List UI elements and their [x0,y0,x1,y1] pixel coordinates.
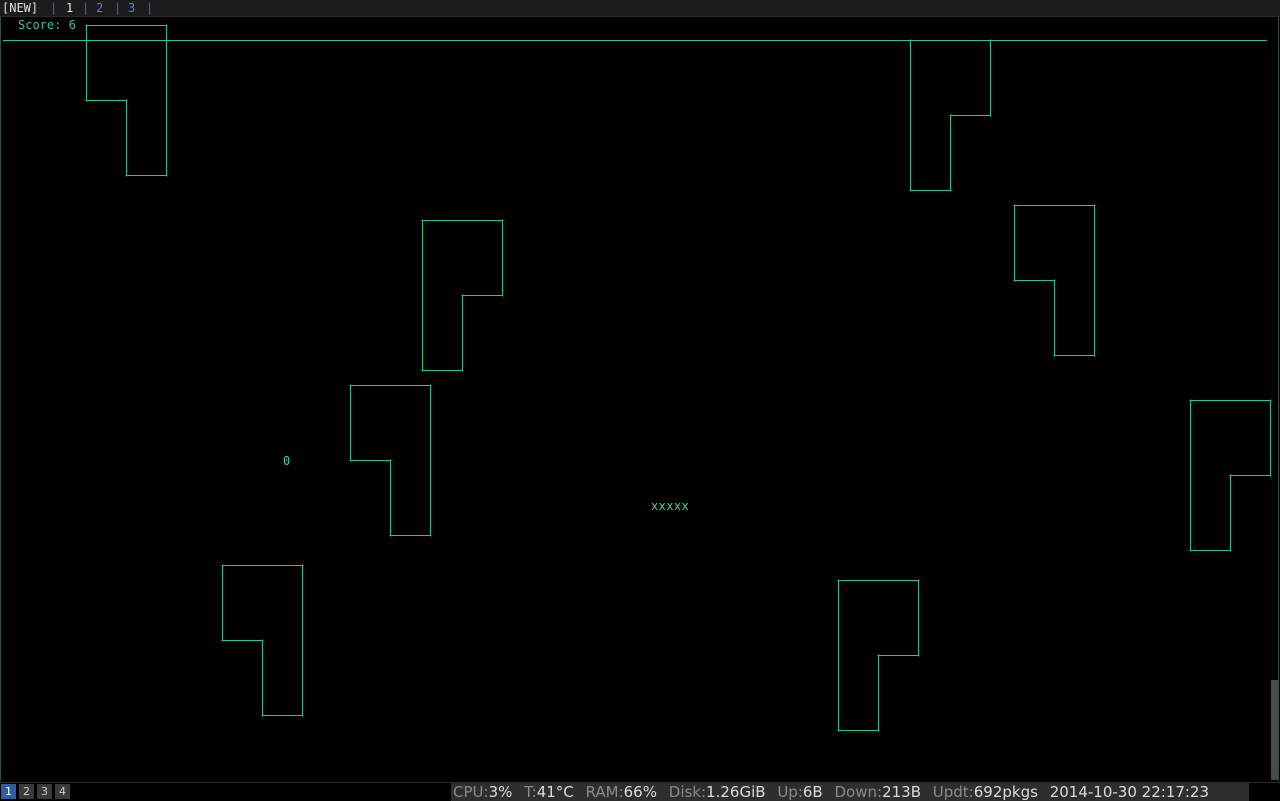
snake-body: xxxxx [651,499,690,513]
updates-label: Updt: [932,783,974,801]
download-label: Down: [834,783,883,801]
clock: 2014-10-30 22:17:23 [1049,783,1210,801]
game-field [3,24,1272,732]
terminal-scrollbar[interactable] [1271,680,1278,780]
pipe-obstacle [421,219,504,372]
system-status-bar: 1 2 3 4 CPU:3% T:41°C RAM:66% Disk:1.26G… [0,782,1280,801]
pipe-obstacle [221,564,304,717]
ram-value: 66% [623,783,657,801]
upload-value: 6B [802,783,823,801]
workspace-button-4[interactable]: 4 [55,784,70,799]
pipe-obstacle [909,39,992,192]
disk-label: Disk: [668,783,707,801]
pipe-obstacle [1013,204,1096,357]
download-value: 213B [882,783,921,801]
food-item: 0 [283,454,291,468]
upload-label: Up: [777,783,803,801]
pipe-obstacle [85,24,168,177]
score-counter: Score: 6 [18,18,80,32]
workspace-button-2[interactable]: 2 [19,784,34,799]
pipe-obstacle [349,384,432,537]
disk-value: 1.26GiB [706,783,766,801]
ram-label: RAM: [585,783,624,801]
updates-value: 692pkgs [973,783,1038,801]
pipe-obstacles [85,24,1272,732]
workspace-button-1[interactable]: 1 [1,784,16,799]
workspace-button-3[interactable]: 3 [37,784,52,799]
temperature-label: T: [524,783,537,801]
system-stats: CPU:3% T:41°C RAM:66% Disk:1.26GiB Up:6B… [451,783,1249,801]
pipe-obstacle [1189,399,1272,552]
cpu-label: CPU: [453,783,489,801]
cpu-value: 3% [488,783,513,801]
temperature-value: 41°C [536,783,574,801]
pipe-obstacle [837,579,920,732]
